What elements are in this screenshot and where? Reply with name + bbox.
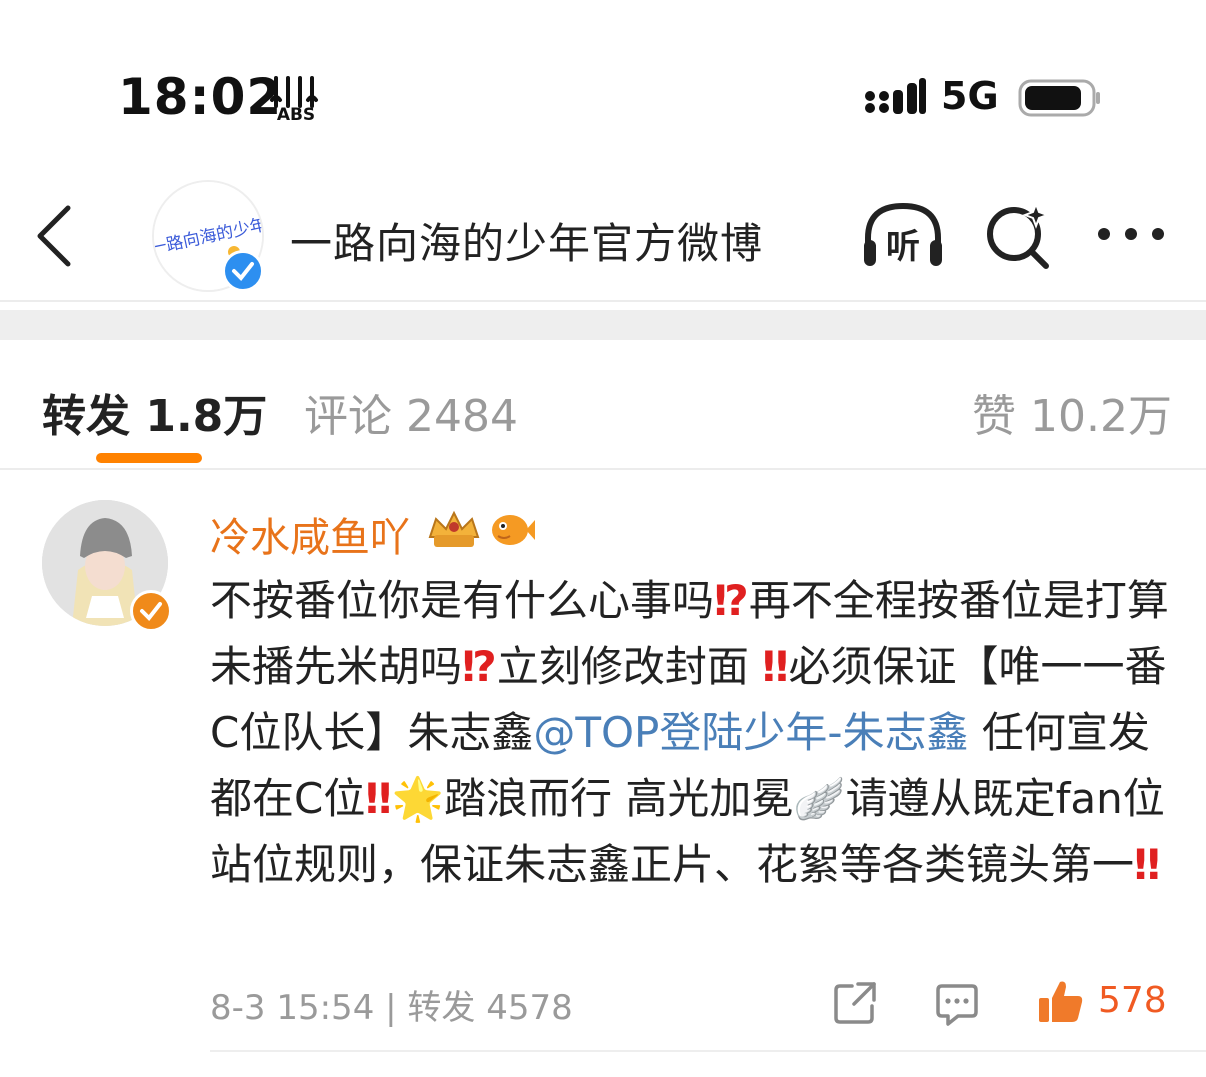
- tab-repost[interactable]: 转发 1.8万: [42, 380, 267, 444]
- abs-badge-icon: ABS: [270, 76, 318, 122]
- thumbs-up-icon[interactable]: [1036, 978, 1084, 1024]
- mention-link[interactable]: @TOP登陆少年-朱志鑫: [533, 708, 968, 757]
- listen-label: 听: [886, 227, 920, 267]
- section-separator: [0, 310, 1206, 340]
- tab-like[interactable]: 赞 10.2万: [972, 380, 1172, 444]
- double-exclamation-icon: ‼: [1134, 840, 1161, 889]
- comment-segment: 立刻修改封面: [496, 642, 749, 691]
- signal-icon: [865, 78, 926, 114]
- share-icon[interactable]: [832, 980, 878, 1026]
- tab-comment-count: 2484: [406, 391, 518, 442]
- tabs-divider: [0, 468, 1206, 470]
- double-exclamation-icon: ‼: [762, 642, 789, 691]
- tab-repost-label: 转发: [42, 391, 130, 442]
- crown-badge-icon: [428, 510, 480, 547]
- comment-bubble-icon[interactable]: [934, 982, 980, 1028]
- headphones-listen-icon[interactable]: 听: [860, 200, 946, 270]
- back-chevron-icon[interactable]: [34, 204, 74, 268]
- exclamation-question-icon: ⁉: [714, 576, 749, 625]
- tab-comment[interactable]: 评论 2484: [304, 380, 518, 444]
- status-time: 18:02: [118, 68, 283, 126]
- repost-count-link[interactable]: 转发 4578: [407, 988, 572, 1028]
- tab-like-label: 赞: [972, 391, 1016, 442]
- comment-date: 8-3 15:54: [210, 988, 375, 1028]
- verified-badge-icon: [130, 590, 172, 632]
- tab-repost-count: 1.8万: [145, 391, 268, 442]
- fish-badge-icon: [492, 515, 535, 545]
- verified-badge-icon: [222, 250, 264, 292]
- meta-separator: |: [385, 988, 397, 1028]
- battery-icon: [1018, 79, 1100, 117]
- comment-segment: 踏浪而行 高光加冕: [443, 774, 794, 823]
- account-avatar[interactable]: 一路向海的少年: [152, 180, 264, 292]
- tab-comment-label: 评论: [304, 391, 392, 442]
- exclamation-question-icon: ⁉: [462, 642, 497, 691]
- double-exclamation-icon: ‼: [365, 774, 392, 823]
- star-icon: 🌟: [391, 774, 444, 823]
- abs-text: ABS: [277, 105, 315, 122]
- comment-text: 不按番位你是有什么心事吗⁉再不全程按番位是打算未播先米胡吗⁉立刻修改封面 ‼必须…: [210, 568, 1170, 898]
- search-sparkle-icon[interactable]: [984, 202, 1052, 270]
- wing-icon: 🪽: [793, 774, 846, 823]
- like-count: 578: [1098, 980, 1167, 1021]
- tab-like-count: 10.2万: [1030, 391, 1172, 442]
- comment-meta: 8-3 15:54 | 转发 4578: [210, 980, 573, 1029]
- network-type: 5G: [941, 74, 999, 118]
- header-divider: [0, 300, 1206, 302]
- username[interactable]: 冷水咸鱼吖: [210, 505, 410, 563]
- active-tab-indicator: [96, 453, 202, 463]
- page-title: 一路向海的少年官方微博: [290, 219, 764, 268]
- comment-divider: [210, 1050, 1206, 1052]
- comment-segment: 不按番位你是有什么心事吗: [210, 576, 715, 625]
- more-dots-icon[interactable]: [1096, 222, 1166, 246]
